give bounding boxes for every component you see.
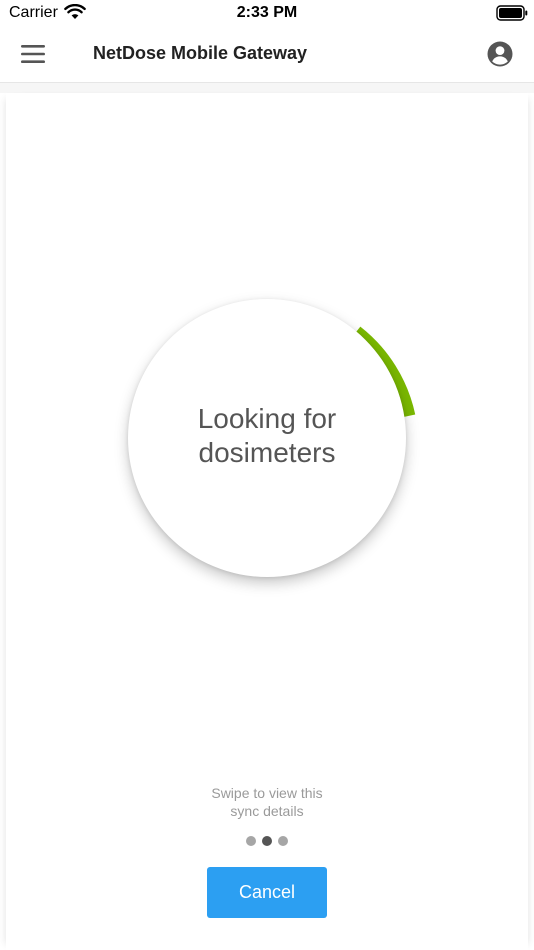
page-dot [278, 836, 288, 846]
page-dot [262, 836, 272, 846]
status-line-1: Looking for [197, 403, 337, 434]
swipe-hint-line-2: sync details [230, 803, 304, 819]
account-icon[interactable] [487, 41, 513, 67]
battery-icon [496, 5, 528, 21]
swipe-hint: Swipe to view this sync details [0, 784, 534, 820]
toolbar-strip [0, 83, 534, 93]
page-dot [246, 836, 256, 846]
menu-icon[interactable] [20, 43, 46, 65]
status-bar: Carrier 2:33 PM [0, 0, 534, 28]
sync-status-text: Looking for dosimeters [128, 402, 406, 470]
cancel-button[interactable]: Cancel [207, 867, 327, 918]
clock: 2:33 PM [236, 4, 298, 21]
status-line-2: dosimeters [198, 437, 336, 468]
page-indicator[interactable] [0, 836, 534, 846]
screen: Carrier 2:33 PM NetDose Mobile Gateway L… [0, 0, 534, 950]
nav-bar: NetDose Mobile Gateway [0, 28, 534, 83]
swipe-hint-line-1: Swipe to view this [211, 785, 323, 801]
page-title: NetDose Mobile Gateway [93, 43, 308, 63]
